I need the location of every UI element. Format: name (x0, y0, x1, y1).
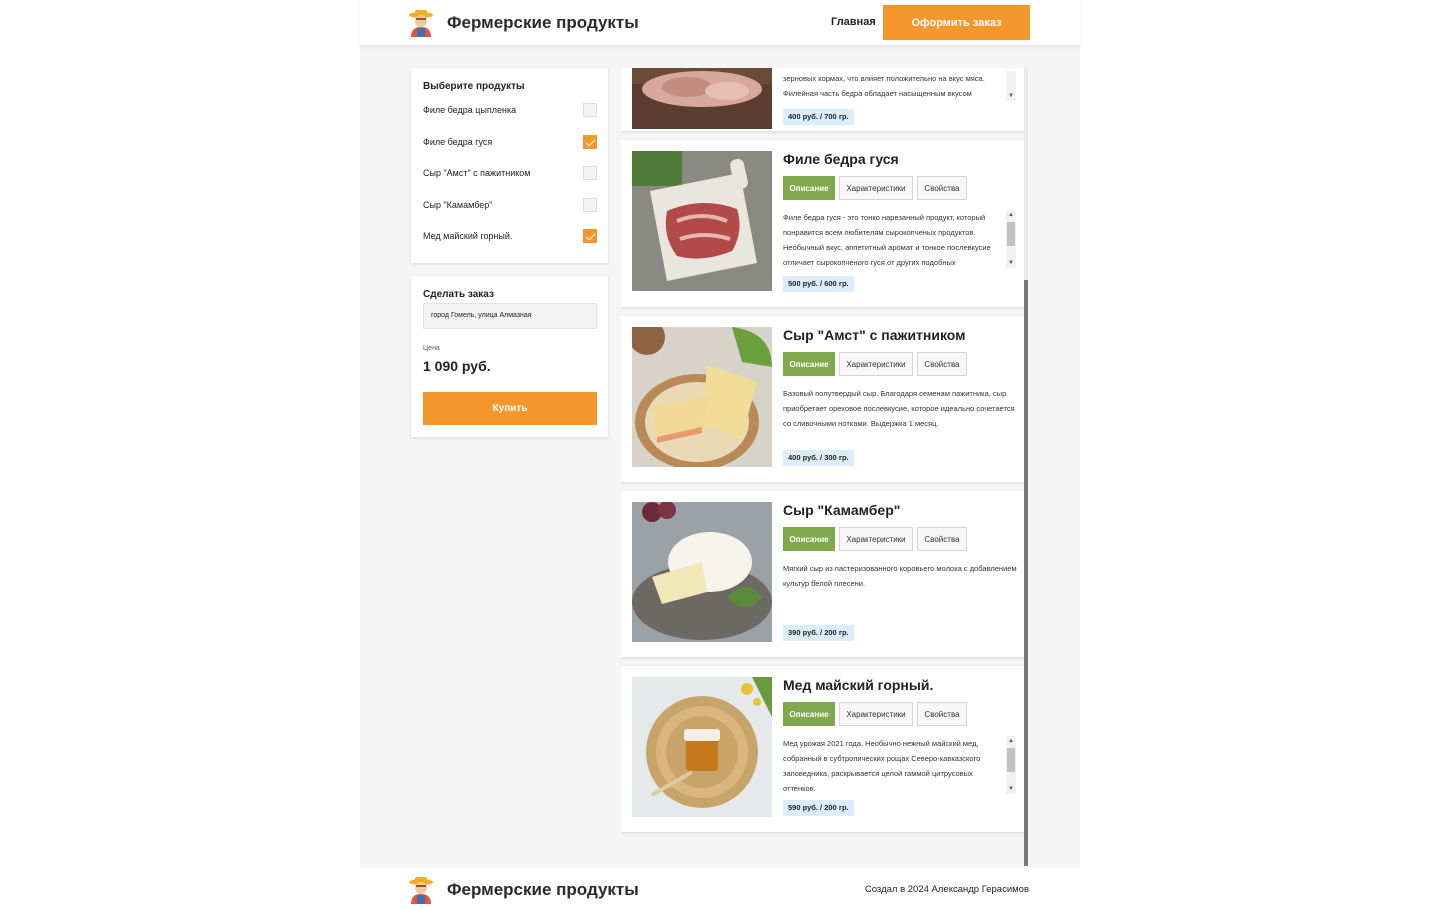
product-image-camembert (632, 502, 772, 642)
product-list[interactable]: зерновых кормах, что влияет положительно… (621, 68, 1027, 866)
product-list-scroll-thumb[interactable] (1024, 280, 1028, 866)
product-image-amst-cheese (632, 327, 772, 467)
description-scrollbar[interactable]: ▲ ▼ (1006, 210, 1016, 268)
product-image-honey (632, 677, 772, 817)
product-option-goose[interactable]: Филе бедра гуся (423, 135, 597, 151)
tab-properties[interactable]: Свойства (917, 176, 967, 200)
product-option-label: Филе бедра гуся (423, 137, 493, 147)
product-description: Мягкий сыр из пастеризованного коровьего… (783, 564, 1017, 588)
page: Фермерские продукты Главная Оформить зак… (360, 0, 1080, 911)
product-option-label: Сыр "Амст" с пажитником (423, 168, 531, 178)
scroll-down-icon[interactable]: ▼ (1008, 93, 1014, 99)
checkbox[interactable] (583, 198, 597, 212)
product-option-chicken[interactable]: Филе бедра цыпленка (423, 103, 597, 119)
tab-characteristics[interactable]: Характеристики (839, 527, 913, 551)
product-title: Сыр "Амст" с пажитником (783, 327, 966, 343)
header: Фермерские продукты Главная Оформить зак… (360, 0, 1080, 45)
tab-characteristics[interactable]: Характеристики (839, 702, 913, 726)
product-card-camembert: Сыр "Камамбер" Описание Характеристики С… (621, 491, 1027, 657)
product-price: 500 руб. / 600 гр. (783, 276, 854, 292)
product-description: Мед урожая 2021 года. Необычно нежный ма… (783, 739, 981, 793)
price-value: 1 090 руб. (423, 358, 491, 374)
scroll-up-icon[interactable]: ▲ (1008, 212, 1014, 218)
farmer-icon (409, 877, 433, 904)
tab-description[interactable]: Описание (783, 176, 835, 200)
tab-characteristics[interactable]: Характеристики (839, 352, 913, 376)
product-image-chicken (632, 68, 772, 129)
product-price: 400 руб. / 300 гр. (783, 450, 854, 466)
description-scrollbar[interactable]: ▲ ▼ (1006, 736, 1016, 794)
product-option-label: Сыр "Камамбер" (423, 200, 493, 210)
product-description: Филе бедра гуся - это тонко нарезанный п… (783, 213, 991, 267)
scroll-down-icon[interactable]: ▼ (1008, 786, 1014, 792)
footer-credit: Создал в 2024 Александр Герасимов (864, 884, 1029, 895)
brand-title[interactable]: Фермерские продукты (447, 13, 639, 33)
tab-properties[interactable]: Свойства (917, 527, 967, 551)
tab-properties[interactable]: Свойства (917, 702, 967, 726)
checkbox-checked[interactable] (583, 135, 597, 149)
description-scrollbar[interactable]: ▼ (1006, 71, 1016, 101)
scroll-up-icon[interactable]: ▲ (1008, 738, 1014, 744)
nav-home-link[interactable]: Главная (831, 16, 876, 28)
product-card-honey: Мед майский горный. Описание Характерист… (621, 666, 1027, 832)
order-panel: Сделать заказ город Гомель, улица Алмазн… (411, 276, 608, 437)
scroll-thumb[interactable] (1007, 748, 1015, 772)
product-title: Сыр "Камамбер" (783, 502, 901, 518)
product-card-amst-cheese: Сыр "Амст" с пажитником Описание Характе… (621, 316, 1027, 482)
tab-characteristics[interactable]: Характеристики (839, 176, 913, 200)
scroll-down-icon[interactable]: ▼ (1008, 260, 1014, 266)
product-title: Мед майский горный. (783, 677, 934, 693)
address-input[interactable]: город Гомель, улица Алмазная (423, 303, 597, 329)
price-label: Цена (423, 345, 440, 352)
product-price: 390 руб. / 200 гр. (783, 625, 854, 641)
buy-button[interactable]: Купить (423, 392, 597, 425)
tab-description[interactable]: Описание (783, 527, 835, 551)
product-price: 590 руб. / 200 гр. (783, 800, 854, 816)
product-option-amst-cheese[interactable]: Сыр "Амст" с пажитником (423, 166, 597, 182)
select-products-panel: Выберите продукты Филе бедра цыпленка Фи… (411, 68, 608, 263)
product-option-camembert[interactable]: Сыр "Камамбер" (423, 198, 597, 214)
tab-description[interactable]: Описание (783, 702, 835, 726)
scroll-thumb[interactable] (1007, 222, 1015, 246)
product-description: зерновых кормах, что влияет положительно… (783, 74, 985, 98)
product-card-chicken: зерновых кормах, что влияет положительно… (621, 68, 1027, 131)
checkbox[interactable] (583, 103, 597, 117)
checkbox[interactable] (583, 166, 597, 180)
select-products-title: Выберите продукты (423, 81, 525, 92)
tab-properties[interactable]: Свойства (917, 352, 967, 376)
product-option-label: Мед майский горный. (423, 231, 513, 241)
product-card-goose: Филе бедра гуся Описание Характеристики … (621, 140, 1027, 307)
product-description: Базовый полутвердый сыр. Благодаря семен… (783, 389, 1015, 428)
checkbox-checked[interactable] (583, 229, 597, 243)
footer-brand: Фермерские продукты (447, 880, 639, 899)
product-option-label: Филе бедра цыпленка (423, 105, 517, 115)
order-title: Сделать заказ (423, 289, 494, 300)
product-image-goose (632, 151, 772, 291)
product-price: 400 руб. / 700 гр. (783, 109, 854, 125)
tab-description[interactable]: Описание (783, 352, 835, 376)
footer: Фермерские продукты Создал в 2024 Алекса… (360, 868, 1080, 911)
product-title: Филе бедра гуся (783, 151, 899, 167)
product-option-honey[interactable]: Мед майский горный. (423, 229, 597, 245)
place-order-button[interactable]: Оформить заказ (883, 5, 1030, 40)
farmer-icon[interactable] (408, 9, 434, 37)
